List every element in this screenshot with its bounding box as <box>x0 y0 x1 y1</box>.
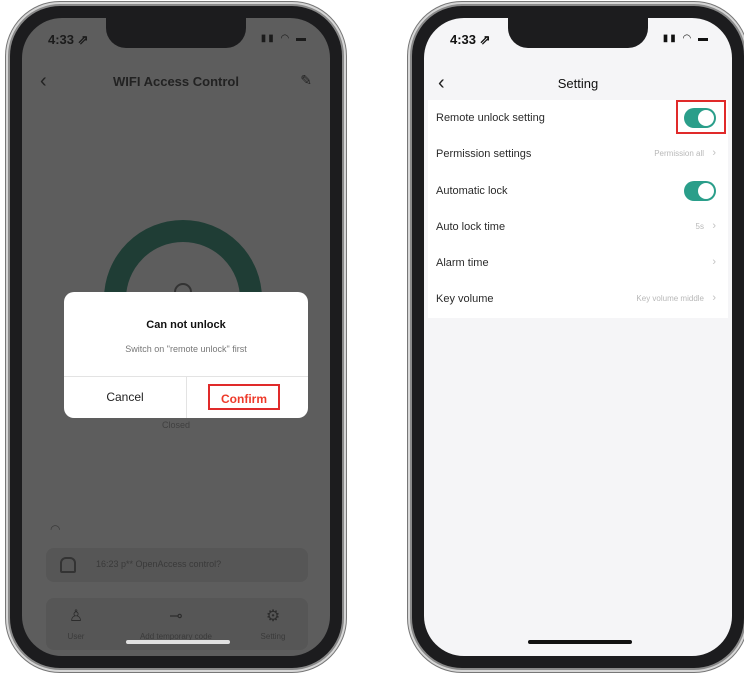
tab-add-temporary-code[interactable]: ⊸ Add temporary code <box>131 606 221 641</box>
dialog-divider-vertical <box>186 376 187 418</box>
setting-auto-lock-time[interactable]: Auto lock time 5s › <box>428 209 728 245</box>
status-icons: ▮▮ ◠ ▬ <box>662 33 710 44</box>
chevron-right-icon: › <box>712 219 716 232</box>
highlight-box <box>676 100 726 134</box>
phone-left: 4:33 ⇗ ▮▮ ◠ ▬ ‹ WIFI Access Control ✎ Cl… <box>10 6 342 668</box>
setting-permission[interactable]: Permission settings Permission all › <box>428 136 728 172</box>
status-icons: ▮▮ ◠ ▬ <box>260 33 308 44</box>
edit-icon[interactable]: ✎ <box>300 72 312 89</box>
chevron-right-icon: › <box>712 292 716 305</box>
setting-alarm-time[interactable]: Alarm time › <box>428 245 728 281</box>
setting-value: 5s <box>695 221 704 231</box>
bell-icon <box>60 557 76 573</box>
page-title: WIFI Access Control <box>113 74 239 89</box>
key-icon: ⊸ <box>169 608 183 625</box>
dialog-title: Can not unlock <box>146 319 226 331</box>
setting-remote-unlock[interactable]: Remote unlock setting <box>428 100 728 136</box>
setting-label: Permission settings <box>436 148 532 161</box>
page-title: Setting <box>557 76 599 91</box>
setting-value: Permission all <box>654 149 704 159</box>
setting-key-volume[interactable]: Key volume Key volume middle › <box>428 281 728 317</box>
setting-label: Remote unlock setting <box>436 112 545 124</box>
toggle-knob <box>698 182 714 199</box>
settings-list: Remote unlock setting Permission setting… <box>428 100 728 318</box>
chevron-right-icon: › <box>712 256 716 269</box>
log-row[interactable]: 16:23 p** OpenAccess control? <box>46 548 308 582</box>
phone-right: 4:33 ⇗ ▮▮ ◠ ▬ ‹ Setting Remote unlock se… <box>412 6 744 668</box>
setting-label: Key volume <box>436 293 494 306</box>
wifi-icon: ◠ <box>50 522 61 536</box>
log-text: 16:23 p** OpenAccess control? <box>96 559 222 569</box>
notch <box>508 18 648 48</box>
status-time: 4:33 ⇗ <box>450 32 491 47</box>
alert-dialog: Can not unlock Switch on "remote unlock"… <box>64 292 308 418</box>
setting-label: Automatic lock <box>436 184 508 197</box>
nav-bar: ‹ Setting <box>424 72 732 100</box>
nav-bar: ‹ WIFI Access Control ✎ <box>22 66 330 96</box>
tab-setting[interactable]: ⚙ Setting <box>228 606 318 641</box>
lock-state-label: Closed <box>161 420 190 430</box>
tab-label: User <box>67 632 85 641</box>
home-indicator <box>126 640 230 644</box>
setting-value: Key volume middle <box>636 294 704 304</box>
automatic-lock-toggle[interactable] <box>684 180 716 201</box>
status-time: 4:33 ⇗ <box>48 32 89 47</box>
confirm-button[interactable]: Confirm <box>208 384 280 410</box>
user-icon: ♙ <box>68 608 84 625</box>
gear-icon: ⚙ <box>265 608 281 625</box>
dialog-message: Switch on "remote unlock" first <box>125 344 247 354</box>
cancel-button[interactable]: Cancel <box>64 376 186 418</box>
chevron-right-icon: › <box>712 147 716 160</box>
notch <box>106 18 246 48</box>
wifi-access-control-screen: 4:33 ⇗ ▮▮ ◠ ▬ ‹ WIFI Access Control ✎ Cl… <box>22 18 330 656</box>
home-indicator <box>528 640 632 644</box>
setting-label: Auto lock time <box>436 220 506 233</box>
tab-user[interactable]: ♙ User <box>31 606 121 641</box>
setting-label: Alarm time <box>436 257 489 270</box>
setting-automatic-lock[interactable]: Automatic lock <box>428 173 728 209</box>
setting-screen: 4:33 ⇗ ▮▮ ◠ ▬ ‹ Setting Remote unlock se… <box>424 18 732 656</box>
tab-label: Setting <box>260 632 286 641</box>
